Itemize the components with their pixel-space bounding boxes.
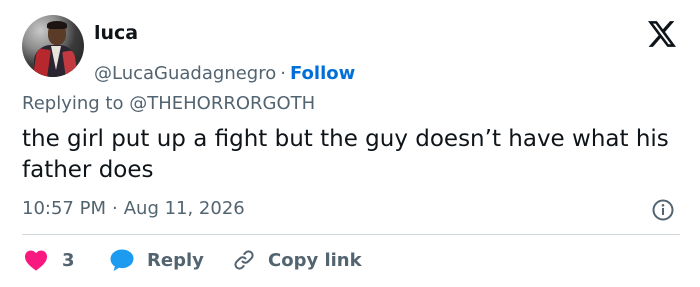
heart-icon: [25, 250, 47, 271]
reply-button[interactable]: Reply: [109, 247, 204, 273]
divider: [22, 234, 680, 235]
tweet-header: luca @LucaGuadagnegro · Follow: [22, 15, 682, 84]
reply-context: Replying to @THEHORRORGOTH: [22, 92, 315, 116]
author-handle[interactable]: @LucaGuadagnegro: [94, 63, 276, 84]
tweet-text: the girl put up a fight but the guy does…: [22, 126, 669, 183]
handle-separator: ·: [280, 63, 286, 84]
follow-button[interactable]: Follow: [290, 63, 355, 84]
reply-bubble-icon: [110, 249, 134, 271]
avatar[interactable]: [22, 15, 84, 77]
author-name[interactable]: luca: [94, 22, 138, 44]
link-icon: [234, 250, 254, 270]
tweet-time[interactable]: 10:57 PM: [22, 198, 106, 219]
tweet-meta: 10:57 PM · Aug 11, 2026: [22, 198, 245, 220]
like-count: 3: [62, 249, 75, 271]
reply-context-prefix: Replying to: [22, 93, 124, 114]
reply-label: Reply: [147, 249, 204, 271]
author-handle-row: @LucaGuadagnegro · Follow: [94, 63, 355, 85]
copy-link-label: Copy link: [268, 249, 362, 271]
avatar-hair: [47, 21, 67, 29]
like-button[interactable]: 3: [24, 247, 75, 273]
meta-separator: ·: [111, 198, 118, 219]
info-icon[interactable]: [651, 198, 675, 222]
copy-link-button[interactable]: Copy link: [232, 247, 362, 273]
avatar-jacket-right: [62, 50, 78, 77]
tweet-actions: 3 Reply Copy link: [22, 247, 682, 273]
tweet-date[interactable]: Aug 11, 2026: [124, 198, 245, 219]
x-logo-icon[interactable]: [648, 21, 676, 47]
reply-context-mention[interactable]: @THEHORRORGOTH: [129, 93, 315, 114]
